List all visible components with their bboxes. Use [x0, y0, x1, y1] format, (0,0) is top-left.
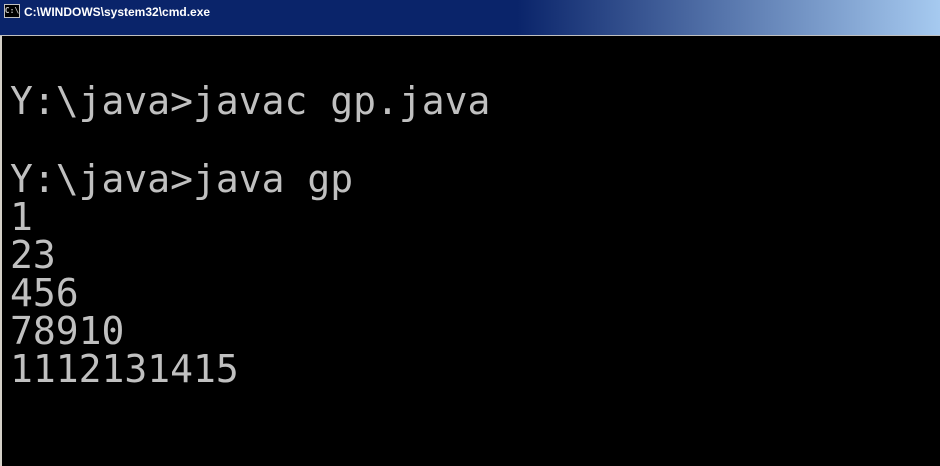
console-line-command: Y:\java>java gp: [10, 157, 354, 201]
console-line-output: 23: [10, 233, 56, 277]
title-bar[interactable]: C:\ C:\WINDOWS\system32\cmd.exe: [0, 0, 940, 36]
console-line-output: 1: [10, 195, 33, 239]
console-line-output: 456: [10, 271, 79, 315]
window-title: C:\WINDOWS\system32\cmd.exe: [24, 5, 211, 19]
window-frame: [0, 0, 2, 466]
console-line-output: 1112131415: [10, 347, 239, 391]
console-output[interactable]: Y:\java>javac gp.java Y:\java>java gp 1 …: [10, 82, 935, 462]
cmd-icon-glyph: C:\: [4, 6, 20, 15]
console-line-output: 78910: [10, 309, 125, 353]
cmd-icon[interactable]: C:\: [4, 4, 20, 18]
console-line-command: Y:\java>javac gp.java: [10, 82, 491, 123]
cmd-window[interactable]: C:\ C:\WINDOWS\system32\cmd.exe Y:\java>…: [0, 0, 940, 466]
